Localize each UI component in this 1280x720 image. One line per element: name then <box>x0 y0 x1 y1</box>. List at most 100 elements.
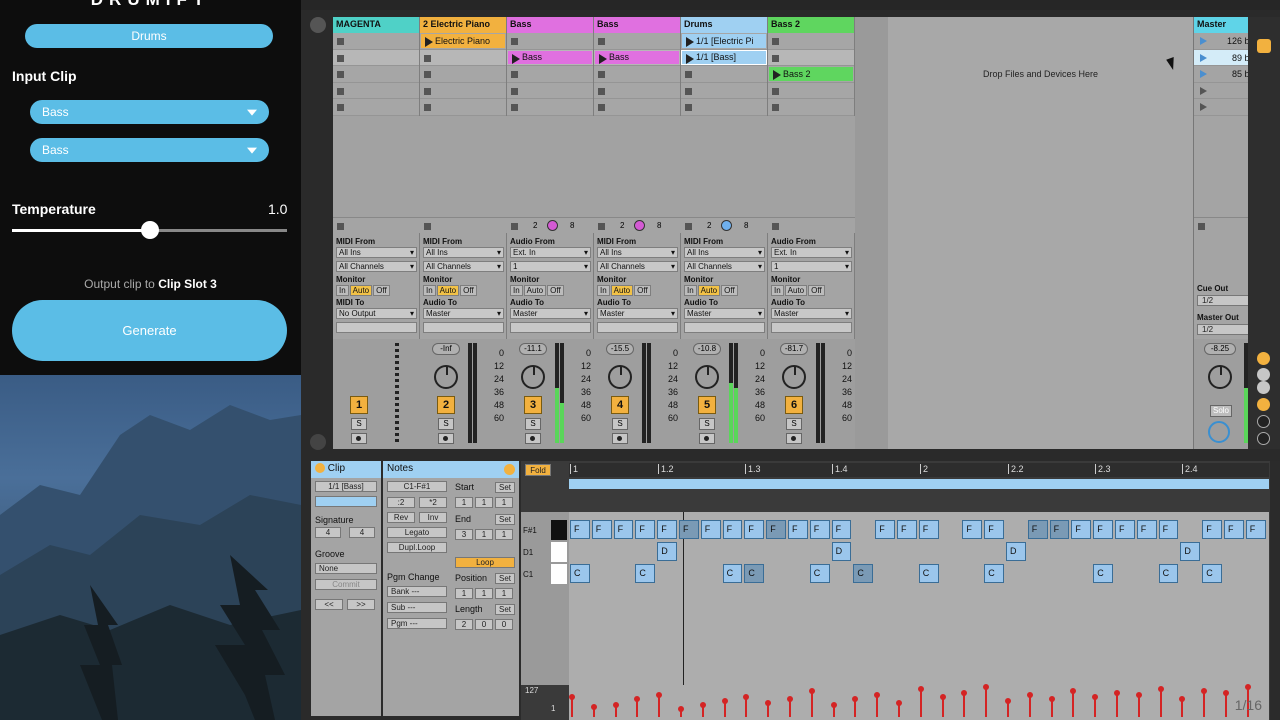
pan-knob[interactable] <box>782 365 806 389</box>
clip-launch-icon[interactable] <box>425 37 433 47</box>
clip-slot[interactable] <box>768 99 854 116</box>
start-field-3[interactable]: 1 <box>495 497 513 508</box>
clip-stop-icon[interactable] <box>337 71 344 78</box>
clip-slot[interactable] <box>768 33 854 50</box>
midi-note[interactable]: F <box>918 520 939 539</box>
halve-button[interactable]: :2 <box>387 497 415 508</box>
input-channel-select[interactable]: All Channels ▾ <box>597 261 678 272</box>
monitor-auto-button[interactable]: Auto <box>349 285 373 296</box>
scene-launch-icon[interactable] <box>1200 103 1207 111</box>
velocity-marker[interactable] <box>1092 694 1099 717</box>
midi-note[interactable]: F <box>613 520 634 539</box>
clip-stop-icon[interactable] <box>685 71 692 78</box>
arm-button[interactable] <box>786 433 802 444</box>
clip-slot[interactable] <box>420 49 506 66</box>
midi-note[interactable]: F <box>1071 520 1092 539</box>
monitor-in-button[interactable]: In <box>771 285 784 296</box>
pan-knob[interactable] <box>521 365 545 389</box>
velocity-marker[interactable] <box>1135 692 1142 717</box>
loop-toggle[interactable]: Loop <box>455 557 515 568</box>
clip-slot[interactable] <box>420 99 506 116</box>
arm-button[interactable] <box>612 433 628 444</box>
output-channel-select[interactable] <box>597 322 678 333</box>
volume-value[interactable]: -10.8 <box>693 343 721 355</box>
len-field-3[interactable]: 0 <box>495 619 513 630</box>
fold-button[interactable]: Fold <box>525 464 551 476</box>
clip-stop-icon[interactable] <box>598 38 605 45</box>
clip-color-select[interactable] <box>315 496 377 507</box>
clip-slot[interactable] <box>768 82 854 99</box>
drop-zone[interactable]: Drop Files and Devices Here <box>888 17 1193 449</box>
velocity-marker[interactable] <box>1070 688 1077 717</box>
velocity-marker[interactable] <box>961 690 968 717</box>
monitor-in-button[interactable]: In <box>336 285 349 296</box>
track-header[interactable]: Bass 2 <box>768 17 854 33</box>
stop-clips-icon[interactable] <box>337 223 344 230</box>
track-activator-button[interactable]: 1 <box>350 396 368 414</box>
master-solo-button[interactable]: Solo <box>1210 405 1232 417</box>
clip-slot[interactable] <box>594 82 680 99</box>
clip-stop-icon[interactable] <box>772 104 779 111</box>
velocity-marker[interactable] <box>1005 698 1011 717</box>
nudge-back-button[interactable]: << <box>315 599 343 610</box>
input-channel-select[interactable]: 1 ▾ <box>771 261 852 272</box>
velocity-marker[interactable] <box>808 688 815 717</box>
send-knob[interactable] <box>721 220 732 231</box>
end-field-2[interactable]: 1 <box>475 529 493 540</box>
midi-note[interactable]: D <box>1180 542 1201 561</box>
clip-stop-icon[interactable] <box>424 54 431 62</box>
commit-button[interactable]: Commit <box>315 579 377 590</box>
midi-note[interactable]: C <box>853 564 874 583</box>
velocity-marker[interactable] <box>612 702 619 717</box>
bank-field[interactable]: Bank --- <box>387 586 447 597</box>
output-type-select[interactable]: No Output ▾ <box>336 308 417 319</box>
midi-note[interactable]: F <box>1027 520 1048 539</box>
monitor-auto-button[interactable]: Auto <box>697 285 721 296</box>
input-clip-dropdown[interactable]: Bass <box>30 100 269 124</box>
midi-note[interactable]: C <box>984 564 1004 583</box>
midi-note[interactable]: F <box>1093 520 1113 539</box>
output-channel-select[interactable] <box>771 322 852 333</box>
empty-slots[interactable] <box>507 116 594 217</box>
master-volume-value[interactable]: -8.25 <box>1204 343 1236 355</box>
arm-button[interactable] <box>438 433 454 444</box>
length-set-button[interactable]: Set <box>495 604 515 615</box>
clip-slot[interactable] <box>507 66 593 83</box>
clip-slot[interactable] <box>333 33 419 50</box>
input-channel-select[interactable]: All Channels ▾ <box>423 261 504 272</box>
temperature-slider-thumb[interactable] <box>140 221 159 239</box>
legato-button[interactable]: Legato <box>387 527 447 538</box>
track-header[interactable]: MAGENTA <box>333 17 419 33</box>
clip-stop-icon[interactable] <box>424 104 431 111</box>
piano-key[interactable] <box>551 542 567 562</box>
delay-toggle-icon[interactable] <box>1257 432 1270 445</box>
output-type-select[interactable]: Master ▾ <box>423 308 504 319</box>
clip-slot[interactable]: Bass <box>594 49 680 66</box>
clip-slot[interactable] <box>333 82 419 99</box>
output-channel-select[interactable] <box>336 322 417 333</box>
midi-note[interactable]: F <box>984 520 1004 539</box>
monitor-off-button[interactable]: Off <box>634 285 651 296</box>
pgm-field[interactable]: Pgm --- <box>387 618 447 629</box>
arm-button[interactable] <box>525 433 541 444</box>
clip-slot[interactable] <box>681 82 767 99</box>
empty-slots[interactable] <box>420 116 507 217</box>
midi-note[interactable]: D <box>657 542 677 561</box>
midi-note[interactable]: F <box>875 520 895 539</box>
velocity-marker[interactable] <box>743 694 750 717</box>
groove-select[interactable]: None <box>315 563 377 574</box>
sub-field[interactable]: Sub --- <box>387 602 447 613</box>
clip-slot[interactable] <box>594 33 680 50</box>
clip-stop-icon[interactable] <box>337 38 344 45</box>
velocity-marker[interactable] <box>721 698 728 717</box>
loop-brace[interactable] <box>569 479 1269 489</box>
pos-field-3[interactable]: 1 <box>495 588 513 599</box>
monitor-off-button[interactable]: Off <box>721 285 738 296</box>
clip-stop-icon[interactable] <box>511 71 518 78</box>
signature-denominator[interactable]: 4 <box>349 527 375 538</box>
pan-knob[interactable] <box>695 365 719 389</box>
midi-note[interactable]: F <box>809 520 830 539</box>
clip-panel-header[interactable]: Clip <box>311 461 381 478</box>
pan-knob[interactable] <box>608 365 632 389</box>
velocity-marker[interactable] <box>1048 696 1055 717</box>
